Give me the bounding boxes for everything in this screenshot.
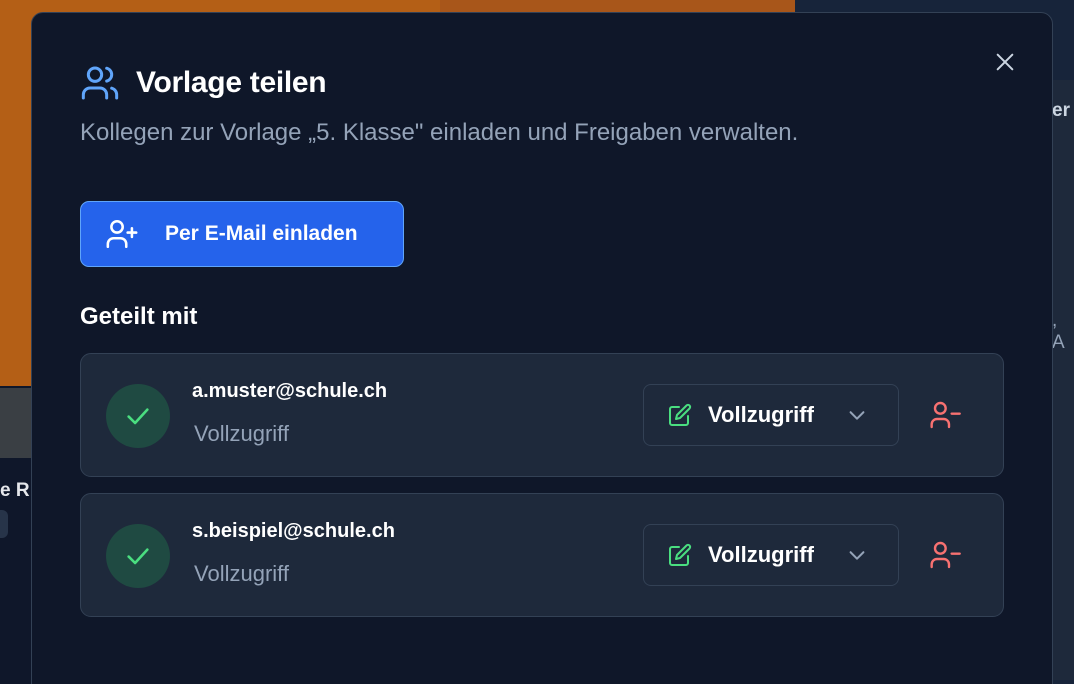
share-status-badge — [106, 384, 170, 448]
dialog-subtitle: Kollegen zur Vorlage „5. Klasse" einlade… — [80, 119, 799, 146]
remove-share-button[interactable] — [927, 537, 963, 573]
chevron-down-icon — [849, 411, 865, 420]
users-icon — [81, 66, 119, 100]
background-card-heading: er — [1052, 100, 1070, 121]
close-icon — [996, 53, 1014, 71]
background-chip — [0, 510, 8, 538]
close-button[interactable] — [990, 47, 1020, 77]
share-role-label: Vollzugriff — [194, 421, 289, 446]
background-card-title: e R — [0, 480, 30, 501]
share-template-dialog: Vorlage teilen Kollegen zur Vorlage „5. … — [31, 12, 1053, 684]
share-row: a.muster@schule.ch Vollzugriff Vollzugri… — [80, 353, 1004, 477]
role-select-value: Vollzugriff — [708, 402, 814, 427]
edit-icon — [669, 403, 692, 426]
role-select[interactable]: Vollzugriff — [643, 524, 899, 586]
user-minus-icon — [930, 541, 961, 569]
role-select[interactable]: Vollzugriff — [643, 384, 899, 446]
check-icon — [127, 408, 149, 425]
share-email: a.muster@schule.ch — [192, 380, 388, 402]
dialog-title: Vorlage teilen — [136, 66, 327, 99]
shared-with-heading: Geteilt mit — [80, 303, 198, 330]
invite-button-label: Per E-Mail einladen — [165, 222, 358, 245]
remove-share-button[interactable] — [927, 397, 963, 433]
user-minus-icon — [930, 401, 961, 429]
edit-icon — [669, 543, 692, 566]
user-plus-icon — [106, 219, 138, 249]
share-row: s.beispiel@schule.ch Vollzugriff Vollzug… — [80, 493, 1004, 617]
invite-by-email-button[interactable]: Per E-Mail einladen — [80, 201, 404, 267]
dialog-header: Vorlage teilen — [80, 63, 327, 103]
share-status-badge — [106, 524, 170, 588]
share-list: a.muster@schule.ch Vollzugriff Vollzugri… — [80, 353, 1004, 633]
role-select-value: Vollzugriff — [708, 542, 814, 567]
check-icon — [127, 548, 149, 565]
share-role-label: Vollzugriff — [194, 561, 289, 586]
chevron-down-icon — [849, 551, 865, 560]
share-email: s.beispiel@schule.ch — [192, 520, 395, 542]
background-card-text: , A — [1052, 310, 1065, 353]
